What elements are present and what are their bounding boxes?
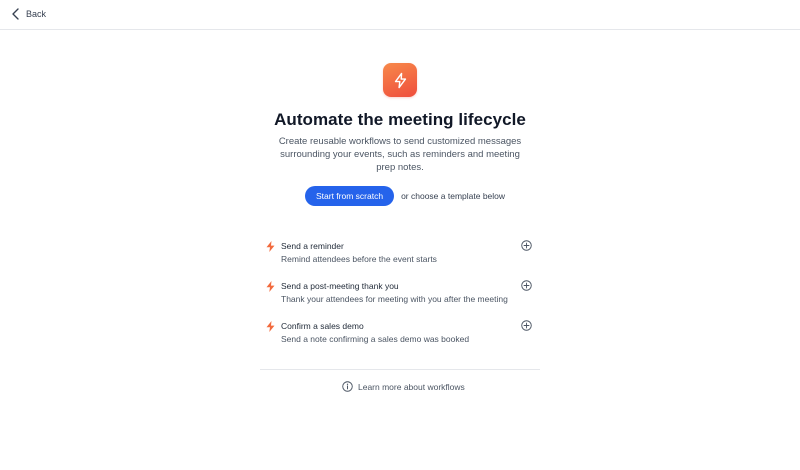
lightning-bolt-icon	[266, 281, 275, 292]
choose-template-text: or choose a template below	[401, 191, 506, 201]
template-description: Send a note confirming a sales demo was …	[281, 334, 470, 344]
learn-more-label: Learn more about workflows	[358, 381, 465, 392]
template-item-post-meeting-thank-you[interactable]: Send a post-meeting thank you Thank your…	[266, 279, 534, 319]
lightning-bolt-icon	[266, 321, 275, 332]
template-item-confirm-sales-demo[interactable]: Confirm a sales demo Send a note confirm…	[266, 319, 534, 359]
template-description: Thank your attendees for meeting with yo…	[281, 294, 508, 304]
page-title: Automate the meeting lifecycle	[274, 110, 526, 129]
add-circle-icon[interactable]	[521, 280, 532, 291]
back-label: Back	[26, 9, 47, 19]
divider	[260, 369, 540, 370]
add-circle-icon[interactable]	[521, 320, 532, 331]
info-icon	[342, 381, 353, 392]
cta-row: Start from scratch or choose a template …	[305, 186, 505, 206]
start-from-scratch-button[interactable]: Start from scratch	[305, 186, 395, 206]
template-list: Send a reminder Remind attendees before …	[266, 239, 534, 359]
chevron-left-icon	[12, 8, 19, 20]
lightning-bolt-icon	[266, 241, 275, 252]
template-description: Remind attendees before the event starts	[281, 254, 437, 264]
add-circle-icon[interactable]	[521, 240, 532, 251]
template-title: Confirm a sales demo	[281, 321, 364, 331]
back-button[interactable]: Back	[11, 8, 46, 20]
lightning-bolt-icon	[383, 63, 417, 97]
top-bar: Back	[0, 0, 800, 30]
page-subtitle: Create reusable workflows to send custom…	[278, 136, 522, 173]
template-item-send-reminder[interactable]: Send a reminder Remind attendees before …	[266, 239, 534, 279]
learn-more-link[interactable]: Learn more about workflows	[342, 381, 465, 392]
template-title: Send a post-meeting thank you	[281, 281, 399, 291]
template-title: Send a reminder	[281, 241, 344, 251]
